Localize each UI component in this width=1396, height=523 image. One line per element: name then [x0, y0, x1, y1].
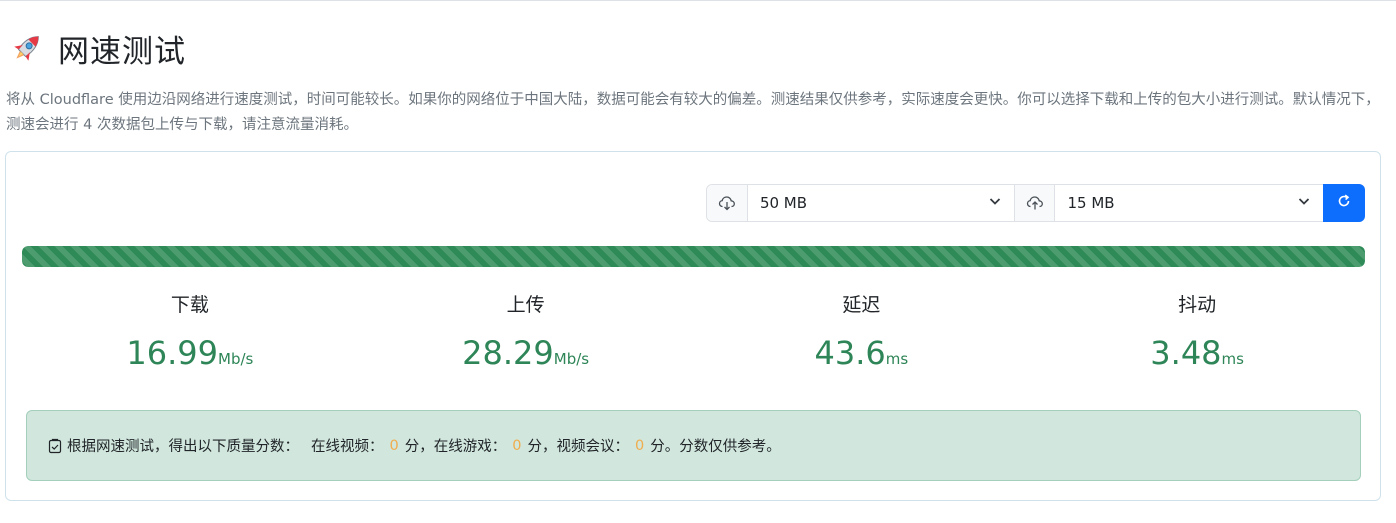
page-title: 网速测试 — [58, 33, 186, 70]
score-video-value: 0 — [389, 437, 399, 454]
download-size-select[interactable]: 50 MB — [748, 185, 1015, 221]
metric-number: 16.99 — [126, 334, 218, 372]
metrics-row: 下载 16.99Mb/s 上传 28.29Mb/s 延迟 43.6ms 抖动 3… — [22, 290, 1365, 380]
metric-label: 上传 — [506, 294, 545, 316]
metric-unit: Mb/s — [218, 350, 254, 368]
page-header: 网速测试 — [8, 26, 186, 70]
metric-value: 28.29Mb/s — [358, 334, 694, 372]
metric-value: 16.99Mb/s — [22, 334, 358, 372]
score-outro: 分。分数仅供参考。 — [650, 439, 781, 455]
metric-label: 抖动 — [1178, 294, 1217, 316]
score-game-value: 0 — [512, 437, 522, 454]
metric-upload: 上传 28.29Mb/s — [358, 290, 694, 380]
metric-number: 28.29 — [462, 334, 554, 372]
top-divider — [0, 0, 1396, 1]
chevron-down-icon — [988, 194, 1002, 212]
refresh-icon — [1336, 193, 1352, 213]
metric-download: 下载 16.99Mb/s — [22, 290, 358, 380]
metric-unit: Mb/s — [553, 350, 590, 368]
cloud-upload-icon — [1014, 185, 1056, 221]
score-video-label: 在线视频： — [311, 439, 384, 455]
upload-size-select[interactable]: 15 MB — [1055, 185, 1323, 221]
metric-value: 3.48ms — [1029, 334, 1365, 372]
metric-label: 延迟 — [842, 294, 881, 316]
metric-value: 43.6ms — [694, 334, 1030, 372]
clipboard-check-icon — [47, 438, 63, 454]
score-meeting-label: 分，视频会议： — [527, 439, 629, 455]
metric-number: 3.48 — [1150, 334, 1222, 372]
page-description: 将从 Cloudflare 使用边沿网络进行速度测试，时间可能较长。如果你的网络… — [6, 92, 1380, 133]
metric-number: 43.6 — [814, 334, 886, 372]
speed-test-card: 50 MB 15 MB 下载 16.99Mb/s 上传 28.29Mb/s 延迟… — [5, 151, 1381, 501]
chevron-down-icon — [1297, 194, 1311, 212]
score-meeting-value: 0 — [634, 437, 645, 454]
metric-jitter: 抖动 3.48ms — [1029, 290, 1365, 380]
refresh-button[interactable] — [1323, 184, 1366, 222]
quality-score-alert: 根据网速测试，得出以下质量分数： 在线视频： 0 分，在线游戏： 0 分，视频会… — [26, 410, 1361, 481]
download-size-value: 50 MB — [759, 194, 808, 212]
metric-label: 下载 — [170, 294, 209, 316]
rocket-icon — [8, 29, 46, 67]
score-game-label: 分，在线游戏： — [404, 439, 507, 455]
metric-unit: ms — [885, 350, 909, 368]
score-intro: 根据网速测试，得出以下质量分数： — [67, 439, 299, 455]
speed-test-page: 网速测试 将从 Cloudflare 使用边沿网络进行速度测试，时间可能较长。如… — [0, 0, 1396, 523]
metric-latency: 延迟 43.6ms — [694, 290, 1030, 380]
test-controls: 50 MB 15 MB — [706, 184, 1366, 222]
metric-unit: ms — [1221, 350, 1244, 368]
test-progress-bar — [22, 246, 1365, 267]
progress-fill — [22, 246, 1365, 267]
upload-size-value: 15 MB — [1067, 194, 1115, 212]
cloud-download-icon — [707, 185, 748, 221]
